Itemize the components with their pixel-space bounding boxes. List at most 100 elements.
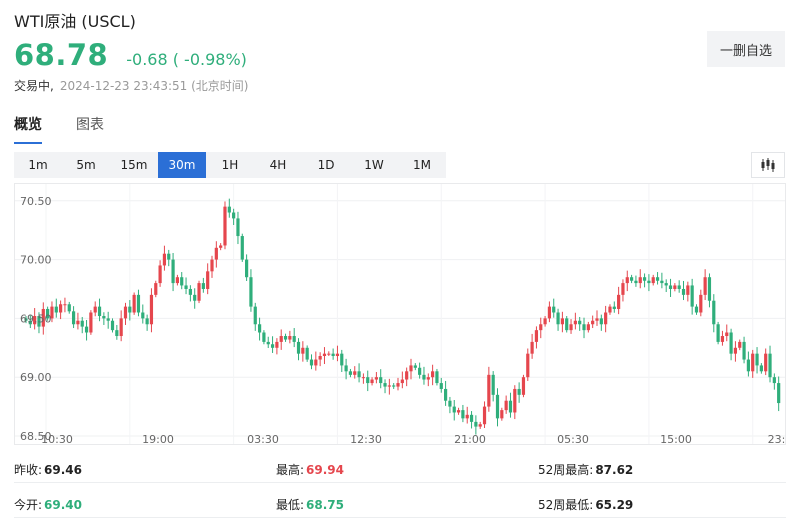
candle-body	[89, 312, 93, 333]
x-tick-label: 21:00	[454, 433, 486, 445]
candle-body	[366, 377, 370, 384]
candle-body	[54, 306, 58, 313]
candle-body	[452, 406, 456, 413]
period-1mo[interactable]: 1M	[398, 152, 446, 178]
candle-body	[305, 347, 309, 360]
candlestick-icon	[761, 158, 775, 172]
candle-body	[530, 341, 534, 354]
candle-body	[742, 341, 746, 360]
candle-body	[219, 245, 223, 248]
last-price: 68.78	[14, 38, 109, 72]
period-5m[interactable]: 5m	[62, 152, 110, 178]
candle-body	[387, 385, 391, 387]
candle-body	[97, 306, 102, 317]
candle-body	[759, 365, 763, 372]
trading-status: 交易中, 2024-12-23 23:43:51 (北京时间)	[14, 77, 248, 94]
candle-body	[301, 347, 305, 354]
candle-body	[422, 374, 426, 380]
candle-body	[370, 379, 374, 384]
candle-body	[357, 371, 361, 378]
candle-body	[361, 377, 366, 379]
prev-close-value: 69.46	[44, 463, 83, 477]
candlestick-chart: 70.5070.0069.5069.0068.5010:30 19:00 03:30…	[15, 184, 785, 445]
open-label: 今开:	[14, 498, 43, 512]
candle-body	[552, 306, 556, 313]
candle-body	[63, 304, 67, 306]
candle-body	[764, 353, 768, 372]
open-value: 69.40	[44, 498, 83, 512]
tab-overview[interactable]: 概览	[14, 114, 42, 144]
candle-body	[318, 356, 322, 360]
candle-body	[383, 383, 387, 387]
period-1m[interactable]: 1m	[14, 152, 62, 178]
candle-body	[115, 330, 119, 337]
candle-body	[245, 259, 249, 278]
candle-body	[132, 294, 136, 313]
period-1d[interactable]: 1D	[302, 152, 350, 178]
candle-body	[547, 306, 552, 319]
candle-body	[491, 374, 495, 395]
candle-body	[569, 324, 573, 331]
stats-divider-bottom	[14, 517, 786, 518]
candle-body	[340, 353, 344, 366]
candle-body	[270, 344, 275, 348]
candle-body	[673, 285, 677, 289]
candle-body	[136, 294, 141, 313]
candle-body	[84, 326, 89, 333]
period-30m[interactable]: 30m	[158, 152, 206, 178]
candle-body	[725, 332, 729, 337]
candle-body	[543, 318, 547, 325]
candle-body	[253, 306, 257, 325]
candle-body	[582, 324, 586, 331]
candle-body	[275, 341, 279, 348]
trading-status-text: 交易中,	[14, 79, 54, 93]
candle-body	[521, 377, 526, 395]
remove-watchlist-button[interactable]: 一删自选	[707, 31, 785, 67]
candle-body	[443, 388, 448, 401]
price-row: 68.78 -0.68 ( -0.98%)	[14, 38, 247, 72]
candle-body	[67, 304, 71, 312]
high52-label: 52周最高:	[538, 463, 594, 477]
candle-body	[677, 285, 681, 289]
period-1h[interactable]: 1H	[206, 152, 254, 178]
candle-body	[755, 353, 759, 366]
chart-type-button[interactable]	[751, 152, 785, 178]
candle-body	[712, 300, 716, 325]
candle-body	[608, 306, 612, 313]
candle-body	[396, 383, 400, 387]
candle-body	[296, 341, 301, 354]
candle-body	[638, 277, 642, 284]
y-tick-label: 69.00	[20, 371, 52, 384]
high-value: 69.94	[306, 463, 345, 477]
candle-body	[353, 371, 357, 375]
candle-body	[634, 280, 638, 284]
candle-body	[621, 283, 625, 295]
y-tick-label: 70.00	[20, 254, 52, 267]
period-1w[interactable]: 1W	[350, 152, 398, 178]
period-15m[interactable]: 15m	[110, 152, 158, 178]
candle-body	[379, 377, 383, 384]
candle-body	[772, 377, 776, 384]
period-4h[interactable]: 4H	[254, 152, 302, 178]
quote-timestamp: 2024-12-23 23:43:51 (北京时间)	[59, 79, 249, 93]
candle-body	[681, 288, 686, 295]
candle-body	[257, 324, 262, 333]
candle-body	[664, 283, 668, 286]
candle-body	[400, 379, 404, 384]
y-tick-label: 70.50	[20, 195, 52, 208]
candle-body	[145, 318, 149, 325]
price-chart[interactable]: 70.50 70.00 69.50 69.00 68.50 10:30 19:00 03:30…	[14, 183, 786, 445]
stat-high: 最高: 69.94	[276, 461, 344, 478]
candle-body	[141, 312, 145, 319]
candle-body	[197, 283, 201, 301]
candle-body	[539, 324, 543, 331]
stats-divider	[14, 482, 786, 483]
candle-body	[617, 294, 621, 309]
candle-body	[647, 280, 651, 284]
tab-chart[interactable]: 图表	[76, 114, 104, 144]
stat-open: 今开: 69.40	[14, 496, 82, 513]
candle-body	[482, 406, 487, 425]
candle-body	[694, 306, 699, 313]
candle-body	[556, 312, 560, 325]
candle-body	[71, 311, 76, 325]
